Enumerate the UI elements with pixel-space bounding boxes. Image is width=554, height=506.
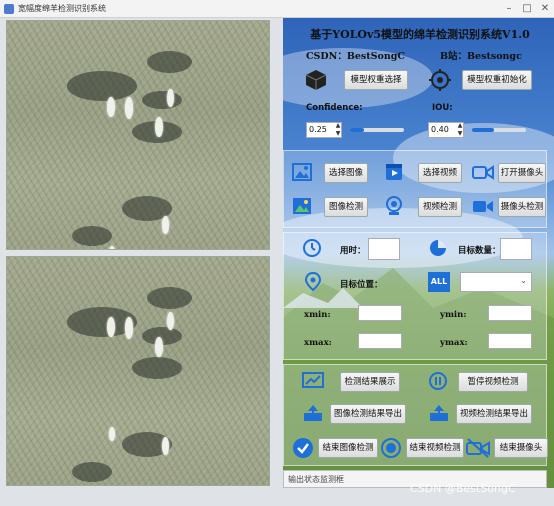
bilibili-label: B站：Bestsongc (440, 51, 522, 62)
results-chart-icon (302, 372, 324, 390)
pause-video-button[interactable]: 暂停视频检测 (458, 372, 528, 392)
export-icon (302, 404, 324, 422)
target-select-dropdown[interactable]: ⌄ (460, 272, 532, 292)
end-camera-button[interactable]: 结束摄像头 (494, 438, 548, 458)
image-icon (292, 162, 312, 182)
original-image-panel (6, 20, 270, 250)
detection-result-panel (6, 256, 270, 486)
end-image-detect-button[interactable]: 结束图像检测 (318, 438, 378, 458)
select-weights-button[interactable]: 模型权重选择 (344, 70, 408, 90)
camera-detect-button[interactable]: 摄像头检测 (498, 197, 546, 217)
clock-icon (302, 238, 322, 258)
target-count-label: 目标数量： (458, 246, 501, 256)
time-value-field (368, 238, 400, 260)
open-camera-button[interactable]: 打开摄像头 (498, 163, 546, 183)
select-image-button[interactable]: 选择图像 (324, 163, 368, 183)
ymin-field (488, 305, 532, 321)
time-label: 用时： (340, 246, 366, 256)
init-weights-button[interactable]: 模型权重初始化 (462, 70, 532, 90)
export-video-results-button[interactable]: 视频检测结果导出 (456, 404, 532, 424)
webcam-icon (384, 196, 404, 216)
pie-chart-icon (428, 238, 448, 258)
confidence-label: Confidence: (306, 103, 363, 113)
csdn-label: CSDN：BestSongC (306, 51, 405, 62)
xmin-field (358, 305, 402, 321)
ymin-label: ymin: (440, 310, 467, 320)
xmax-label: xmax: (304, 338, 332, 348)
confidence-spin-arrows[interactable]: ▲ ▼ (334, 122, 342, 138)
export-video-icon (428, 404, 450, 422)
location-pin-icon (304, 271, 322, 292)
export-image-results-button[interactable]: 图像检测结果导出 (330, 404, 406, 424)
image-detect-button[interactable]: 图像检测 (324, 197, 368, 217)
select-video-button[interactable]: 选择视频 (418, 163, 462, 183)
image-detect-icon (292, 196, 312, 216)
chevron-down-icon: ⌄ (520, 276, 527, 285)
xmax-field (358, 333, 402, 349)
minimize-icon[interactable]: – (500, 0, 518, 18)
target-icon (428, 68, 452, 92)
app-icon (4, 4, 14, 14)
show-results-button[interactable]: 检测结果展示 (340, 372, 400, 392)
ymax-label: ymax: (440, 338, 468, 348)
cube-icon (304, 68, 328, 92)
window-title: 宽幅度绵羊检测识别系统 (18, 4, 106, 13)
end-video-detect-button[interactable]: 结束视频检测 (406, 438, 464, 458)
check-circle-icon (292, 437, 314, 459)
iou-label: IOU: (432, 103, 453, 113)
camera-icon (472, 162, 494, 182)
video-detect-button[interactable]: 视频检测 (418, 197, 462, 217)
maximize-icon[interactable]: □ (518, 0, 536, 18)
confidence-slider[interactable] (350, 128, 404, 132)
close-icon[interactable]: ✕ (536, 0, 554, 18)
xmin-label: xmin: (304, 310, 331, 320)
iou-slider[interactable] (472, 128, 526, 132)
video-file-icon (384, 162, 404, 182)
app-header-title: 基于YOLOv5模型的绵羊检测识别系统V1.0 (310, 28, 530, 41)
target-position-label: 目标位置： (340, 280, 383, 290)
all-icon: ALL (428, 272, 450, 292)
title-bar: 宽幅度绵羊检测识别系统 – □ ✕ (0, 0, 554, 18)
video-camera-icon (472, 196, 494, 216)
ymax-field (488, 333, 532, 349)
stop-record-icon (380, 437, 402, 459)
target-count-field (500, 238, 532, 260)
watermark: CSDN @BestSongC (410, 482, 516, 495)
camera-off-icon (466, 437, 490, 459)
status-text: 输出状态监测框 (288, 475, 344, 484)
iou-spin-arrows[interactable]: ▲ ▼ (456, 122, 464, 138)
pause-icon (428, 371, 448, 391)
